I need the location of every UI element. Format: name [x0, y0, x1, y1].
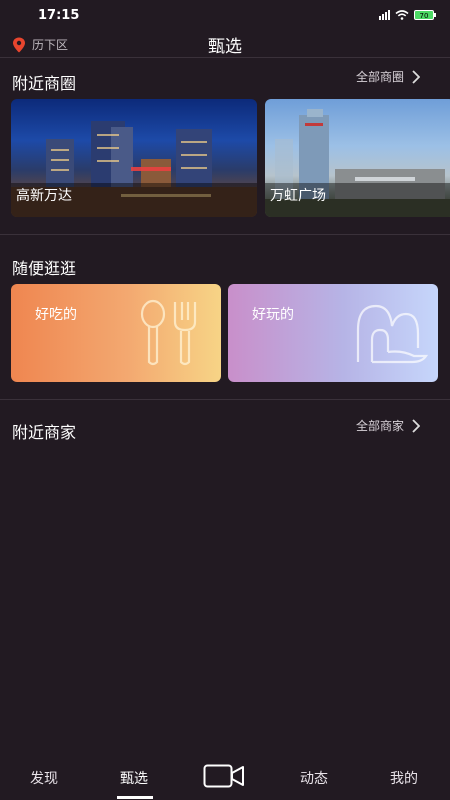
section-title-nearby-districts: 附近商圈	[12, 74, 77, 93]
wifi-icon	[395, 10, 409, 20]
status-bar: 17:15 70	[0, 0, 450, 32]
signal-icon	[379, 10, 390, 20]
tab-mine[interactable]: 我的	[390, 768, 418, 788]
header: 历下区 甄选	[0, 32, 450, 58]
chevron-right-icon	[412, 69, 420, 84]
video-camera-icon[interactable]	[203, 764, 245, 788]
district-label: 高新万达	[16, 188, 72, 204]
browse-label-fun: 好玩的	[252, 307, 294, 323]
active-tab-indicator	[117, 796, 153, 799]
divider	[0, 399, 450, 400]
status-icons: 70	[379, 10, 436, 20]
status-time: 17:15	[38, 8, 80, 23]
district-label: 万虹广场	[270, 188, 326, 204]
all-districts-label: 全部商圈	[355, 70, 404, 84]
section-title-browse: 随便逛逛	[12, 259, 77, 278]
arch-icon	[356, 304, 429, 364]
chevron-right-icon	[412, 418, 420, 433]
all-districts-link[interactable]: 全部商圈	[356, 68, 420, 85]
browse-card-food[interactable]: 好吃的	[11, 284, 221, 382]
bottom-tab-bar: 发现 甄选 动态 我的	[0, 756, 450, 800]
tab-moments[interactable]: 动态	[300, 768, 328, 788]
all-merchants-label: 全部商家	[355, 419, 404, 433]
section-title-nearby-merchants: 附近商家	[12, 423, 77, 442]
district-card-gaoxin-wanda[interactable]: 高新万达	[11, 99, 257, 217]
page-title: 甄选	[208, 37, 242, 57]
district-card-wanhong-plaza[interactable]: 万虹广场	[265, 99, 450, 217]
tab-discover[interactable]: 发现	[30, 768, 58, 788]
tab-selected[interactable]: 甄选	[120, 768, 148, 788]
all-merchants-link[interactable]: 全部商家	[356, 417, 420, 434]
browse-label-food: 好吃的	[35, 307, 77, 323]
divider	[0, 57, 450, 58]
spoon-fork-icon	[140, 299, 197, 366]
divider	[0, 234, 450, 235]
battery-icon: 70	[414, 10, 436, 20]
browse-card-fun[interactable]: 好玩的	[228, 284, 438, 382]
